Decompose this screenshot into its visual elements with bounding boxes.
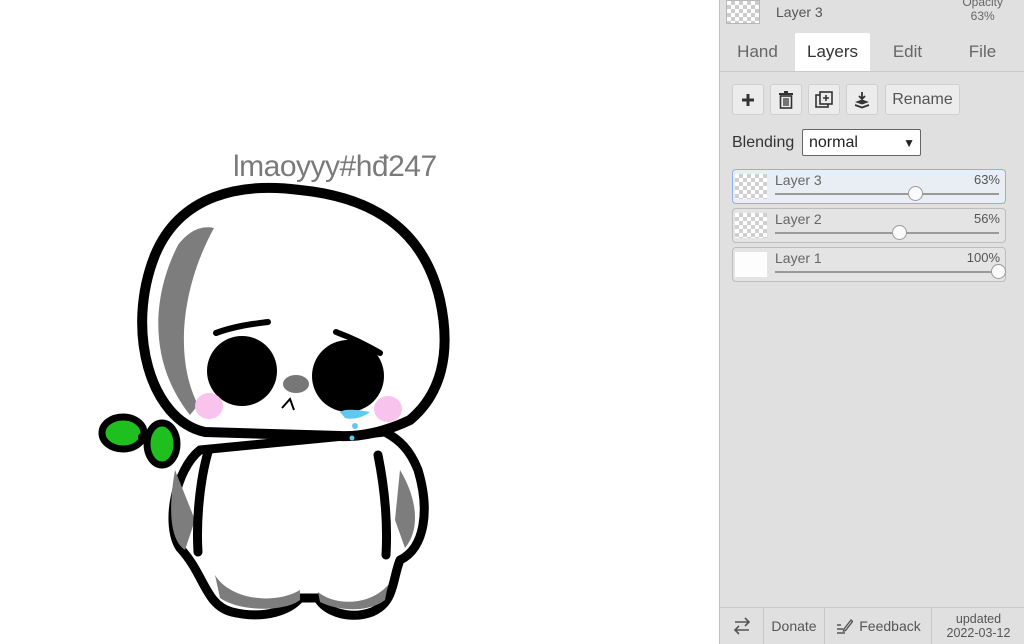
feedback-button[interactable]: Feedback: [825, 608, 932, 644]
delete-layer-button[interactable]: [770, 84, 802, 115]
opacity-label: Opacity: [962, 0, 1003, 9]
layer-opacity-percent: 100%: [966, 250, 1000, 265]
layer-opacity-percent: 63%: [973, 172, 1000, 187]
layer-opacity-slider[interactable]: [775, 225, 999, 240]
current-layer-opacity[interactable]: Opacity 63%: [962, 0, 1003, 23]
add-layer-button[interactable]: [732, 84, 764, 115]
feedback-pen-icon: [837, 618, 854, 634]
blending-label: Blending: [732, 134, 795, 151]
tab-edit[interactable]: Edit: [870, 33, 945, 71]
current-layer-bar: Layer 3 Opacity 63%: [720, 0, 1024, 28]
layer-opacity-percent: 56%: [973, 211, 1000, 226]
layer-thumbnail: [735, 174, 767, 199]
layer-thumbnail: [735, 252, 767, 277]
layer-opacity-slider-knob[interactable]: [991, 264, 1006, 279]
swap-arrows-icon: [733, 617, 750, 635]
layer-opacity-slider[interactable]: [775, 186, 999, 201]
panel-footer: Donate Feedback updated 2022-03-12: [720, 607, 1024, 644]
layer-row[interactable]: Layer 3 63%: [732, 169, 1006, 204]
trash-icon: [779, 90, 793, 109]
plus-icon: [742, 93, 754, 106]
layer-name: Layer 1: [775, 250, 822, 266]
layer-thumbnail: [735, 213, 767, 238]
tab-layers[interactable]: Layers: [795, 33, 870, 71]
blending-value: normal: [809, 134, 858, 151]
canvas-text-overlay: lmaoyyy#hđ247: [233, 150, 437, 183]
panel-tabs: Hand Layers Edit File: [720, 33, 1024, 72]
duplicate-layer-button[interactable]: [808, 84, 840, 115]
drawing-canvas[interactable]: lmaoyyy#hđ247: [0, 0, 719, 644]
tab-file[interactable]: File: [945, 33, 1020, 71]
layer-name: Layer 2: [775, 211, 822, 227]
duplicate-icon: [815, 90, 833, 108]
updated-label: updated: [955, 612, 1002, 626]
current-layer-name: Layer 3: [776, 4, 823, 20]
donate-button[interactable]: Donate: [764, 608, 825, 644]
layer-opacity-slider-knob[interactable]: [908, 186, 924, 201]
updated-info: updated 2022-03-12: [932, 608, 1024, 644]
tab-hand[interactable]: Hand: [720, 33, 795, 71]
layer-row[interactable]: Layer 1 100%: [732, 247, 1006, 282]
layer-opacity-slider-knob[interactable]: [892, 225, 908, 240]
side-panel: Layer 3 Opacity 63% Hand Layers Edit Fil…: [719, 0, 1024, 644]
layer-row[interactable]: Layer 2 56%: [732, 208, 1006, 243]
current-layer-thumbnail: [726, 0, 760, 24]
merge-down-button[interactable]: [846, 84, 878, 115]
chevron-down-icon: ▼: [903, 136, 915, 150]
merge-down-icon: [854, 91, 870, 108]
layer-name: Layer 3: [775, 172, 822, 188]
blending-select[interactable]: normal ▼: [802, 129, 921, 156]
layer-opacity-slider[interactable]: [775, 264, 1006, 279]
feedback-label: Feedback: [859, 618, 921, 634]
swap-button[interactable]: [720, 608, 764, 644]
updated-date: 2022-03-12: [946, 626, 1011, 640]
leaf-drawing: [98, 413, 181, 469]
rename-layer-button[interactable]: Rename: [885, 84, 960, 115]
character-drawing: [98, 182, 450, 620]
opacity-value: 63%: [970, 9, 995, 23]
